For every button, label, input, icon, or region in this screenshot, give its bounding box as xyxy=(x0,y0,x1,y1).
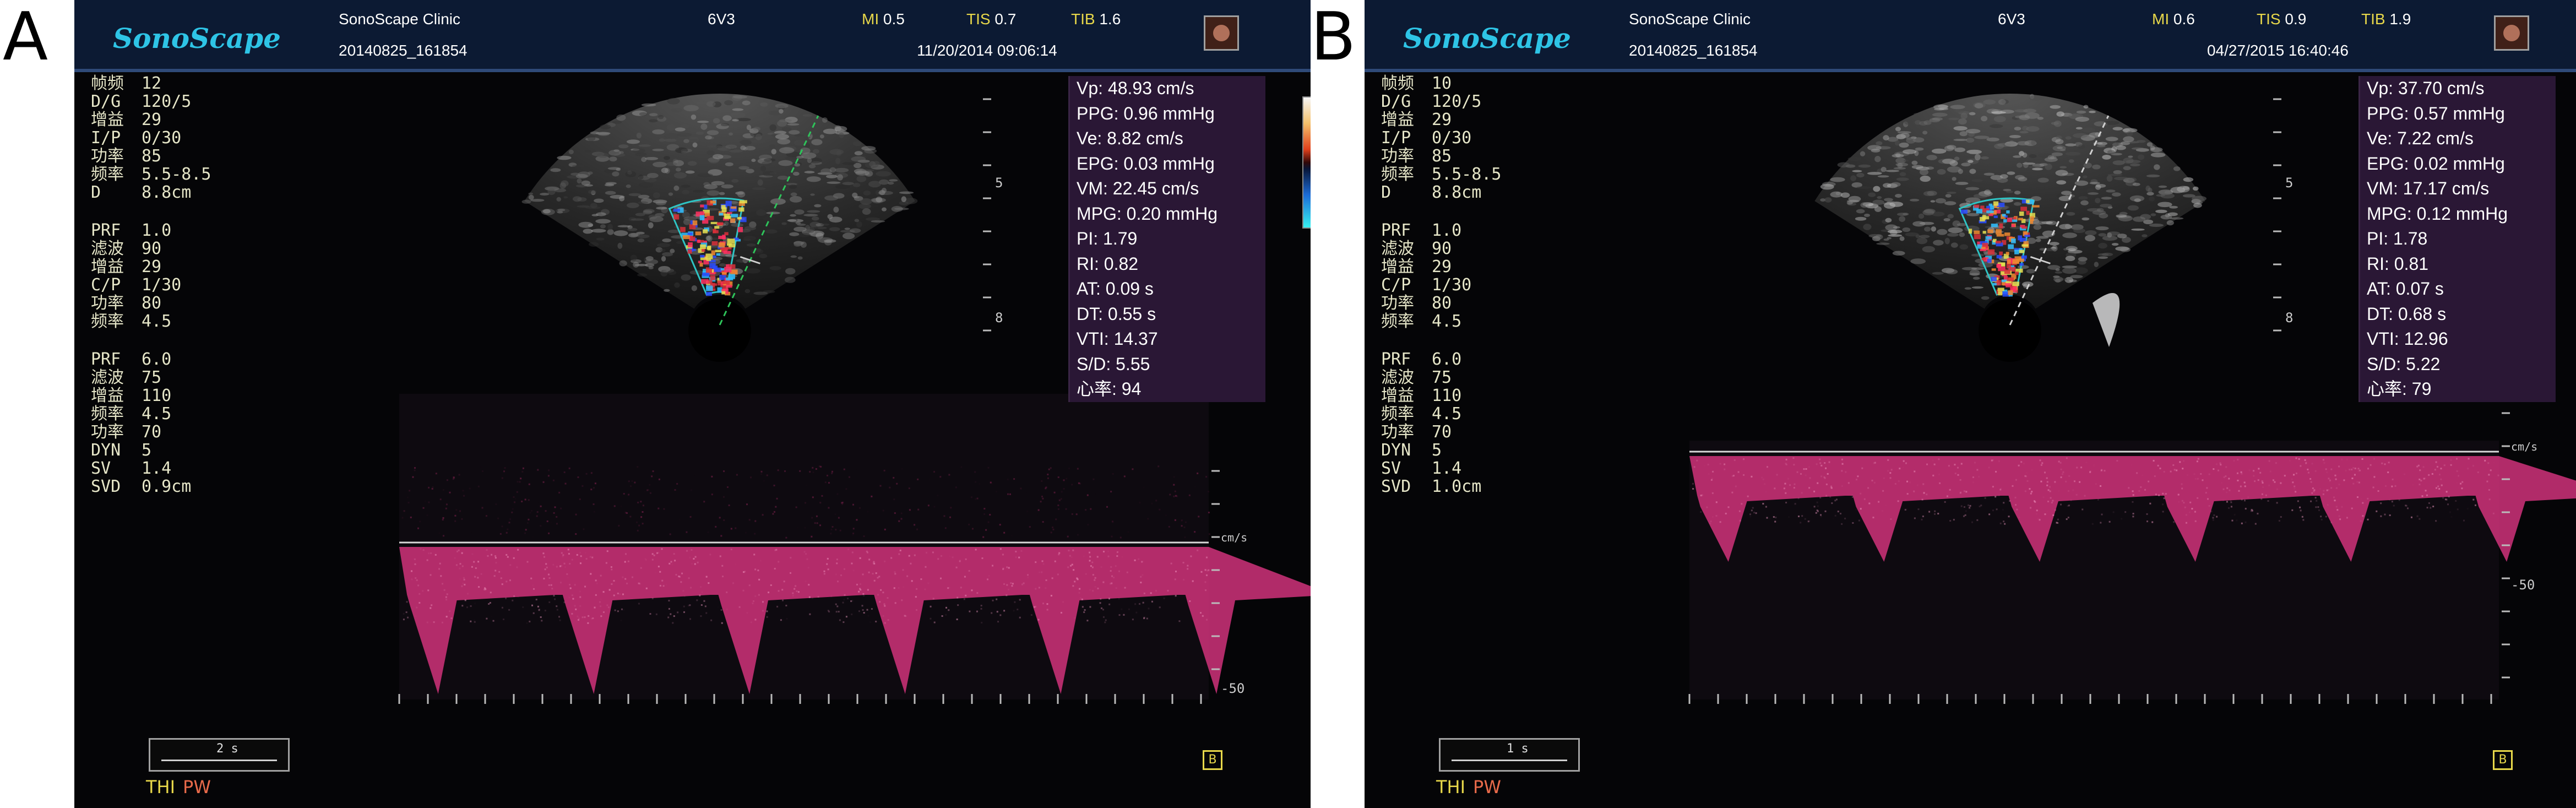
panel-label-b: B xyxy=(1311,0,1356,75)
transducer-footprint xyxy=(688,299,751,362)
measurement-line: RI: 0.81 xyxy=(2367,253,2429,274)
measurement-line: AT: 0.09 s xyxy=(1077,279,1154,299)
depth-label: 8 xyxy=(995,310,1003,326)
depth-label: 5 xyxy=(995,175,1003,191)
depth-scale xyxy=(983,98,991,332)
mode-pw: PW xyxy=(183,777,211,798)
measurement-line: DT: 0.68 s xyxy=(2367,303,2447,324)
frame-indicator-box: B xyxy=(2493,750,2513,770)
mode-thi: THI xyxy=(146,777,176,798)
measurement-line: MPG: 0.20 mmHg xyxy=(1077,203,1218,224)
time-scale-label: 1 s xyxy=(1507,742,1529,756)
transducer-footprint xyxy=(1979,299,2041,362)
measurement-line: S/D: 5.22 xyxy=(2367,354,2441,374)
time-scale-box: 2 s xyxy=(149,738,290,772)
time-scale-label: 2 s xyxy=(216,742,238,756)
velocity-scale-label: -50 xyxy=(2511,577,2535,593)
time-scale-box: 1 s xyxy=(1439,738,1580,772)
mode-indicator: THI PW xyxy=(146,777,211,798)
ultrasound-panel-b: SonoScape SonoScape Clinic 6V3 MI 0.6 TI… xyxy=(1365,0,2576,808)
color-flow-scale-bar xyxy=(1302,96,1311,229)
mode-pw: PW xyxy=(1473,777,1501,798)
measurement-line: VM: 17.17 cm/s xyxy=(2367,178,2490,198)
depth-label: 8 xyxy=(2285,310,2293,326)
mode-indicator: THI PW xyxy=(1436,777,1501,798)
velocity-unit-label: cm/s xyxy=(1221,531,1247,544)
measurement-line: Vp: 37.70 cm/s xyxy=(2367,78,2485,98)
measurement-line: MPG: 0.12 mmHg xyxy=(2367,203,2508,224)
measurement-readout: Vp: 48.93 cm/s PPG: 0.96 mmHg Ve: 8.82 cm/… xyxy=(1068,76,1265,402)
measurement-readout: Vp: 37.70 cm/s PPG: 0.57 mmHg Ve: 7.22 cm/… xyxy=(2358,76,2556,402)
measurement-line: PPG: 0.57 mmHg xyxy=(2367,103,2505,123)
measurement-line: Ve: 8.82 cm/s xyxy=(1077,128,1183,148)
measurement-line: S/D: 5.55 xyxy=(1077,354,1150,374)
measurement-line: DT: 0.55 s xyxy=(1077,303,1156,324)
depth-scale xyxy=(2273,98,2281,332)
measurement-line: PPG: 0.96 mmHg xyxy=(1077,103,1215,123)
measurement-line: VTI: 12.96 xyxy=(2367,329,2448,349)
mode-thi: THI xyxy=(1436,777,1466,798)
measurement-line: VTI: 14.37 xyxy=(1077,329,1158,349)
depth-label: 5 xyxy=(2285,175,2293,191)
measurement-line: Ve: 7.22 cm/s xyxy=(2367,128,2474,148)
velocity-unit-label: cm/s xyxy=(2511,440,2537,453)
measurement-line: PI: 1.78 xyxy=(2367,229,2428,248)
velocity-scale-label: -50 xyxy=(1221,681,1244,696)
measurement-line: RI: 0.82 xyxy=(1077,253,1139,274)
measurement-line: PI: 1.79 xyxy=(1077,229,1138,248)
measurement-line: AT: 0.07 s xyxy=(2367,279,2444,299)
measurement-line: VM: 22.45 cm/s xyxy=(1077,178,1199,198)
panel-label-a: A xyxy=(3,0,48,75)
bright-echo xyxy=(2093,293,2120,347)
ultrasound-panel-a: SonoScape SonoScape Clinic 6V3 MI 0.5 TI… xyxy=(74,0,1311,808)
measurement-line: Vp: 48.93 cm/s xyxy=(1077,78,1194,98)
measurement-line: 心率: 94 xyxy=(1077,379,1142,399)
spectral-background xyxy=(399,394,1209,699)
measurement-line: 心率: 79 xyxy=(2367,379,2432,399)
measurement-line: EPG: 0.02 mmHg xyxy=(2367,153,2505,173)
frame-indicator-box: B xyxy=(1203,750,1222,770)
measurement-line: EPG: 0.03 mmHg xyxy=(1077,153,1215,173)
